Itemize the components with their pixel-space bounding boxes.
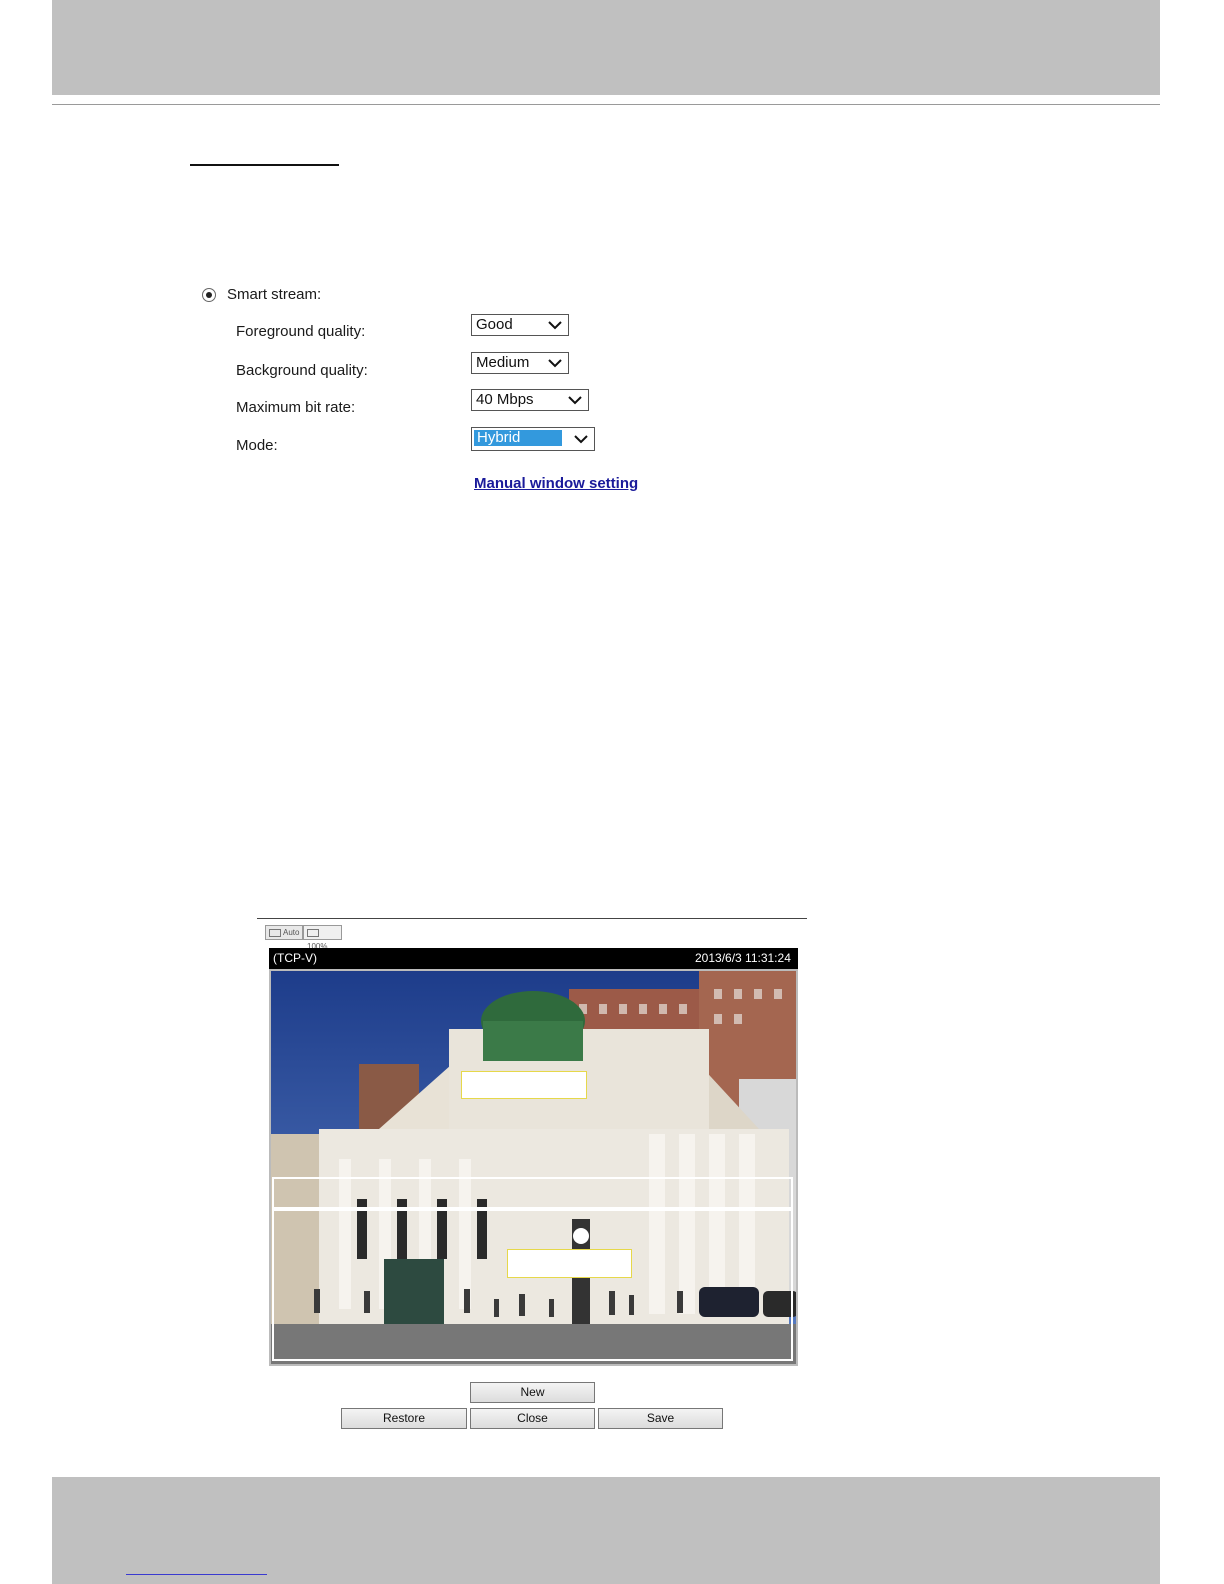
header-band bbox=[52, 0, 1160, 95]
chevron-down-icon bbox=[548, 321, 562, 330]
new-button[interactable]: New bbox=[470, 1382, 595, 1403]
roi-window-band[interactable] bbox=[272, 1177, 793, 1209]
foreground-quality-select[interactable]: Good bbox=[471, 314, 569, 336]
foreground-quality-label: Foreground quality: bbox=[236, 323, 366, 340]
chevron-down-icon bbox=[574, 435, 588, 444]
smart-stream-radio[interactable] bbox=[202, 288, 216, 302]
protocol-label: (TCP-V) bbox=[273, 951, 317, 965]
view-size-auto-label: Auto bbox=[283, 928, 300, 937]
mode-label: Mode: bbox=[236, 437, 278, 454]
close-button[interactable]: Close bbox=[470, 1408, 595, 1429]
save-button[interactable]: Save bbox=[598, 1408, 723, 1429]
chevron-down-icon bbox=[548, 359, 562, 368]
mode-value: Hybrid bbox=[474, 430, 562, 446]
background-quality-select[interactable]: Medium bbox=[471, 352, 569, 374]
section-heading-underline bbox=[190, 164, 339, 166]
timestamp-label: 2013/6/3 11:31:24 bbox=[695, 951, 791, 965]
view-size-100-button[interactable]: 100% bbox=[303, 925, 342, 951]
footer-link-underline bbox=[126, 1574, 267, 1575]
footer-band bbox=[52, 1477, 1160, 1584]
background-quality-label: Background quality: bbox=[236, 362, 368, 379]
foreground-quality-value: Good bbox=[476, 316, 513, 333]
roi-window-new-1[interactable] bbox=[461, 1071, 587, 1099]
live-video-view[interactable] bbox=[269, 969, 798, 1366]
view-size-auto-button[interactable]: Auto bbox=[265, 925, 303, 940]
viewer-top-rule bbox=[257, 918, 807, 919]
smart-stream-label: Smart stream: bbox=[227, 286, 322, 303]
chevron-down-icon bbox=[568, 396, 582, 405]
roi-window-lower[interactable] bbox=[272, 1209, 793, 1361]
max-bit-rate-value: 40 Mbps bbox=[476, 391, 534, 408]
roi-window-new-2[interactable] bbox=[507, 1249, 632, 1278]
header-divider bbox=[52, 104, 1160, 105]
screen-icon bbox=[307, 928, 319, 937]
screen-icon bbox=[269, 928, 281, 937]
background-quality-value: Medium bbox=[476, 354, 530, 371]
max-bit-rate-label: Maximum bit rate: bbox=[236, 399, 356, 416]
mode-select[interactable]: Hybrid bbox=[471, 427, 595, 451]
manual-window-setting-link[interactable]: Manual window setting bbox=[474, 475, 638, 492]
max-bit-rate-select[interactable]: 40 Mbps bbox=[471, 389, 589, 411]
restore-button[interactable]: Restore bbox=[341, 1408, 467, 1429]
